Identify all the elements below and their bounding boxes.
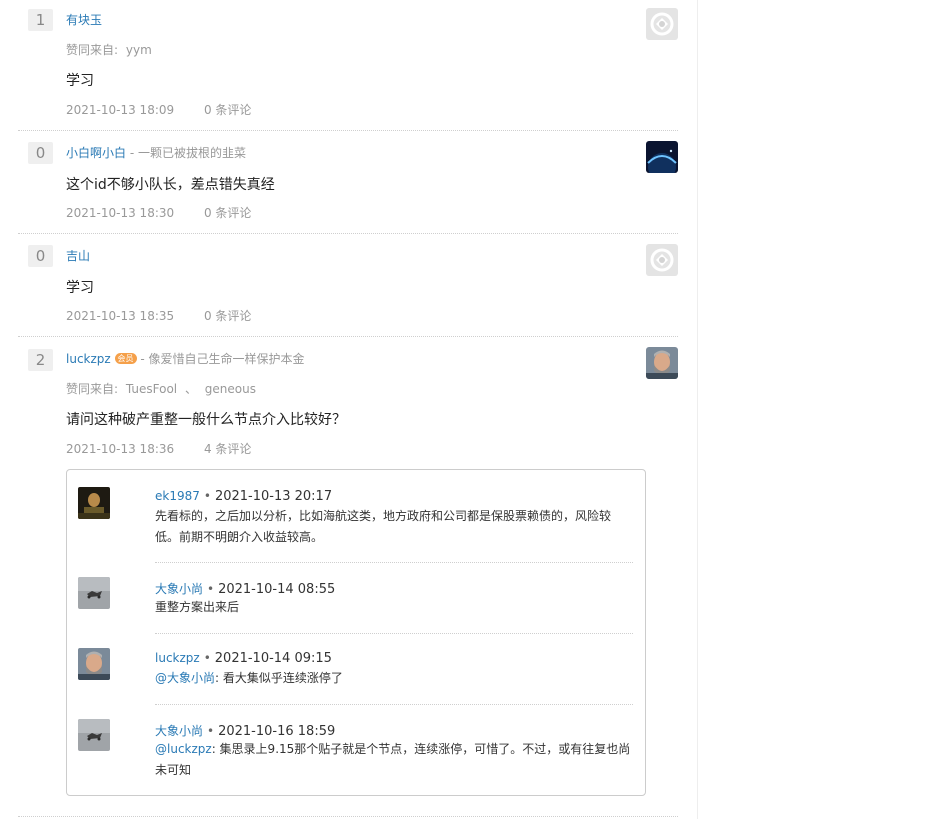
comment-header: luckzpz • 2021-10-14 09:15 [155, 651, 332, 666]
likes-label: 赞同来自: [66, 43, 119, 57]
comment-header: 大象小尚 • 2021-10-14 08:55 [155, 580, 335, 597]
comment-text: : 看大集似乎连续涨停了 [215, 671, 343, 685]
liker-link[interactable]: TuesFool [126, 382, 177, 396]
likes-line: 赞同来自: yym [66, 41, 152, 58]
answer-content: 请问这种破产重整一般什么节点介入比较好？ [66, 412, 346, 428]
answer-meta: 2021-10-13 18:35 0 条评论 [66, 307, 251, 324]
vote-count[interactable]: 0 [28, 142, 53, 164]
planet-avatar-icon[interactable] [646, 141, 678, 173]
vote-count[interactable]: 0 [28, 245, 53, 267]
answers-column: 1 有块玉 赞同来自: yym 学习 2021-10-13 18:09 0 条评… [0, 0, 698, 819]
liker-separator: 、 [184, 382, 197, 396]
comment-thread: ek1987 • 2021-10-13 20:17 先看标的，之后加以分析，比如海航… [66, 469, 646, 796]
gray-avatar-icon[interactable] [78, 577, 110, 609]
comment-author-link[interactable]: 大象小尚 [155, 582, 203, 596]
answer-content: 学习 [66, 280, 94, 296]
comment-item: 大象小尚 • 2021-10-14 08:55 重整方案出来后 [67, 562, 645, 633]
answer-content: 学习 [66, 73, 94, 89]
comment-body: @luckzpz: 集思录上9.15那个贴子就是个节点，连续涨停，可惜了。不过，… [155, 739, 633, 781]
comment-time: 2021-10-14 09:15 [214, 651, 332, 666]
comment-item: 大象小尚 • 2021-10-16 18:59 @luckzpz: 集思录上9.15… [67, 704, 645, 796]
answer-time: 2021-10-13 18:36 [66, 442, 175, 456]
comments-link[interactable]: 0 条评论 [204, 204, 251, 221]
liker-link[interactable]: yym [126, 43, 152, 57]
author-link[interactable]: luckzpz [66, 352, 111, 366]
signature-separator: - [129, 146, 135, 160]
author-line: 小白啊小白 - 一颗已被拔根的韭菜 [66, 144, 246, 161]
author-link[interactable]: 吉山 [66, 249, 90, 263]
bearded-man-avatar-icon[interactable] [78, 648, 110, 680]
comment-body: @大象小尚: 看大集似乎连续涨停了 [155, 668, 633, 689]
comment-time: 2021-10-16 18:59 [218, 724, 336, 739]
author-signature: 像爱惜自己生命一样保护本金 [148, 352, 305, 366]
separator-dot: • [203, 489, 211, 503]
likes-line: 赞同来自: TuesFool 、 geneous [66, 380, 256, 397]
answer-time: 2021-10-13 18:30 [66, 206, 175, 220]
comment-header: ek1987 • 2021-10-13 20:17 [155, 489, 332, 504]
comments-link[interactable]: 4 条评论 [204, 440, 251, 457]
liker-link[interactable]: geneous [205, 382, 256, 396]
comment-time: 2021-10-14 08:55 [218, 582, 336, 597]
comment-author-link[interactable]: ek1987 [155, 489, 200, 503]
mention-link[interactable]: @大象小尚 [155, 671, 215, 685]
comment-text: 重整方案出来后 [155, 600, 240, 614]
answer-item: 1 有块玉 赞同来自: yym 学习 2021-10-13 18:09 0 条评… [18, 0, 678, 131]
dark-avatar-icon[interactable] [78, 487, 110, 519]
answer-item: 0 小白啊小白 - 一颗已被拔根的韭菜 这个id不够小队长，差点错失真经 202… [18, 131, 678, 234]
vote-count[interactable]: 2 [28, 349, 53, 371]
answer-content: 这个id不够小队长，差点错失真经 [66, 177, 275, 193]
comment-header: 大象小尚 • 2021-10-16 18:59 [155, 722, 335, 739]
default-avatar-icon[interactable] [646, 244, 678, 276]
comment-author-link[interactable]: 大象小尚 [155, 724, 203, 738]
comment-author-link[interactable]: luckzpz [155, 651, 200, 665]
answer-time: 2021-10-13 18:35 [66, 309, 175, 323]
answer-meta: 2021-10-13 18:36 4 条评论 [66, 440, 251, 457]
comment-text: : 集思录上9.15那个贴子就是个节点，连续涨停，可惜了。不过，或有往复也尚未可… [155, 742, 631, 777]
comment-body: 重整方案出来后 [155, 597, 633, 618]
author-link[interactable]: 小白啊小白 [66, 146, 126, 160]
default-avatar-icon[interactable] [646, 8, 678, 40]
separator-dot: • [207, 582, 215, 596]
author-line: luckzpz 会员 - 像爱惜自己生命一样保护本金 [66, 350, 305, 367]
gray-avatar-icon[interactable] [78, 719, 110, 751]
comment-item: luckzpz • 2021-10-14 09:15 @大象小尚: 看大集似乎连续涨… [67, 633, 645, 704]
answer-meta: 2021-10-13 18:09 0 条评论 [66, 101, 251, 118]
comments-link[interactable]: 0 条评论 [204, 101, 251, 118]
author-signature: 一颗已被拔根的韭菜 [138, 146, 247, 160]
separator-dot: • [207, 724, 215, 738]
comment-time: 2021-10-13 20:17 [214, 489, 333, 504]
author-line: 吉山 [66, 247, 90, 264]
author-link[interactable]: 有块玉 [66, 13, 102, 27]
signature-separator: - [140, 352, 145, 366]
likes-label: 赞同来自: [66, 382, 119, 396]
separator-dot: • [203, 651, 211, 665]
author-line: 有块玉 [66, 11, 102, 28]
bearded-man-avatar-icon[interactable] [646, 347, 678, 379]
comment-body: 先看标的，之后加以分析，比如海航这类，地方政府和公司都是保股票赖债的，风险较低。… [155, 506, 633, 548]
vote-count[interactable]: 1 [28, 9, 53, 31]
answer-item: 0 吉山 学习 2021-10-13 18:35 0 条评论 [18, 234, 678, 337]
mention-link[interactable]: @luckzpz [155, 742, 212, 756]
comment-text: 先看标的，之后加以分析，比如海航这类，地方政府和公司都是保股票赖债的，风险较低。… [155, 509, 612, 544]
vip-badge: 会员 [114, 353, 137, 364]
answer-meta: 2021-10-13 18:30 0 条评论 [66, 204, 251, 221]
comments-link[interactable]: 0 条评论 [204, 307, 251, 324]
comment-item: ek1987 • 2021-10-13 20:17 先看标的，之后加以分析，比如海航… [67, 470, 645, 562]
answer-time: 2021-10-13 18:09 [66, 103, 175, 117]
